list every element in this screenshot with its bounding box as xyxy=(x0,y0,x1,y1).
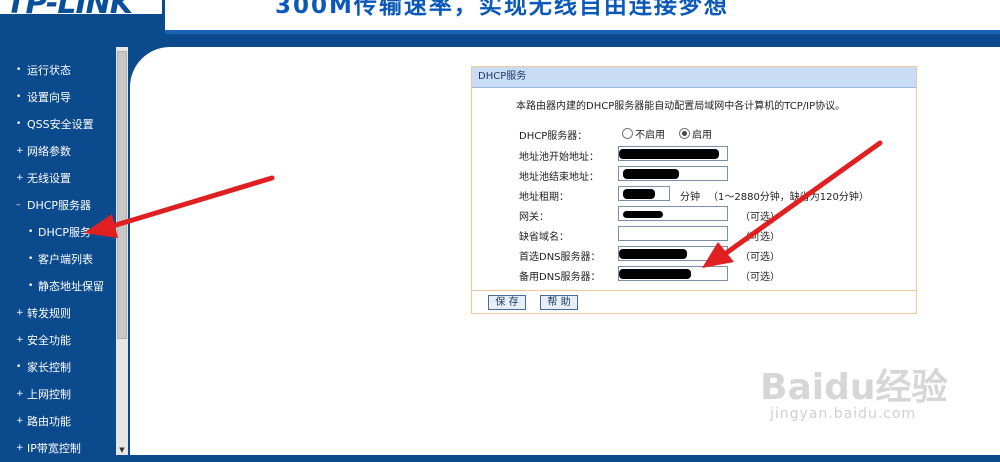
redaction xyxy=(623,211,663,218)
header-banner: 300M传输速率，实现无线自由连接梦想 xyxy=(165,0,1000,34)
bullet-icon: • xyxy=(16,362,22,372)
end-address-label: 地址池结束地址： xyxy=(519,172,599,183)
expand-icon: + xyxy=(16,443,24,453)
scroll-down-icon[interactable]: ▼ xyxy=(117,445,127,455)
sidebar-item-label: 设置向导 xyxy=(27,91,71,104)
primary-dns-label: 首选DNS服务器： xyxy=(519,252,601,263)
sidebar-item-security[interactable]: + 安全功能 xyxy=(0,327,116,354)
dhcp-panel: DHCP服务 本路由器内建的DHCP服务器能自动配置局域网中各计算机的TCP/I… xyxy=(471,66,917,314)
sidebar-item-network[interactable]: + 网络参数 xyxy=(0,138,116,165)
panel-footer: 保 存 帮 助 xyxy=(472,290,916,313)
sidebar-item-label: QSS安全设置 xyxy=(27,118,94,131)
sidebar-item-label: 无线设置 xyxy=(27,172,71,185)
expand-icon: + xyxy=(16,335,24,345)
lease-hint: （1～2880分钟，缺省为120分钟） xyxy=(708,192,869,203)
sidebar-item-forwarding[interactable]: + 转发规则 xyxy=(0,300,116,327)
optional-hint: （可选） xyxy=(740,232,780,243)
sidebar-item-client-list[interactable]: • 客户端列表 xyxy=(0,246,116,273)
sidebar-item-setup-wizard[interactable]: • 设置向导 xyxy=(0,84,116,111)
radio-disable-label: 不启用 xyxy=(635,130,665,141)
panel-description: 本路由器内建的DHCP服务器能自动配置局域网中各计算机的TCP/IP协议。 xyxy=(516,101,846,112)
bullet-icon: • xyxy=(16,92,22,102)
domain-input[interactable] xyxy=(618,226,728,241)
start-address-label: 地址池开始地址： xyxy=(519,152,599,163)
expand-icon: + xyxy=(16,389,24,399)
optional-hint: （可选） xyxy=(740,272,780,283)
help-button[interactable]: 帮 助 xyxy=(540,295,578,310)
secondary-dns-input[interactable] xyxy=(618,266,728,281)
primary-dns-input[interactable] xyxy=(618,246,728,261)
sidebar-item-label: DHCP服务 xyxy=(38,226,92,239)
sidebar-item-dhcp-server[interactable]: – DHCP服务器 xyxy=(0,192,116,219)
baidu-watermark: Baidu经验 jingyan.baidu.com xyxy=(760,358,990,438)
expand-icon: + xyxy=(16,173,24,183)
optional-hint: （可选） xyxy=(740,252,780,263)
header: TP-LINK 300M传输速率，实现无线自由连接梦想 xyxy=(0,0,1000,36)
end-address-input[interactable] xyxy=(618,166,728,181)
sidebar-item-dhcp-service[interactable]: • DHCP服务 xyxy=(0,219,116,246)
save-button[interactable]: 保 存 xyxy=(488,295,526,310)
scroll-thumb[interactable] xyxy=(117,51,127,339)
sidebar-item-label: DHCP服务器 xyxy=(27,199,92,212)
bullet-icon: • xyxy=(16,119,22,129)
sidebar-item-label: 路由功能 xyxy=(27,415,71,428)
sidebar-item-wireless[interactable]: + 无线设置 xyxy=(0,165,116,192)
sidebar-item-label: 安全功能 xyxy=(27,334,71,347)
redaction xyxy=(623,189,655,199)
sidebar-item-label: 网络参数 xyxy=(27,145,71,158)
sidebar-item-qss[interactable]: • QSS安全设置 xyxy=(0,111,116,138)
sidebar-item-bandwidth[interactable]: + IP带宽控制 xyxy=(0,435,116,462)
sidebar-scrollbar[interactable]: ▼ xyxy=(116,47,128,455)
gateway-label: 网关： xyxy=(519,212,549,223)
sidebar-item-label: 静态地址保留 xyxy=(38,280,104,293)
expand-icon: + xyxy=(16,416,24,426)
sidebar-item-parental[interactable]: • 家长控制 xyxy=(0,354,116,381)
radio-disable[interactable]: 不启用 xyxy=(622,126,665,141)
sidebar-item-label: 上网控制 xyxy=(27,388,71,401)
secondary-dns-label: 备用DNS服务器： xyxy=(519,272,601,283)
radio-enable[interactable]: 启用 xyxy=(679,126,712,141)
bullet-icon: • xyxy=(28,254,34,264)
sidebar-item-routing[interactable]: + 路由功能 xyxy=(0,408,116,435)
optional-hint: （可选） xyxy=(740,212,780,223)
sidebar-item-label: 客户端列表 xyxy=(38,253,93,266)
banner-stripe xyxy=(165,30,1000,34)
expand-icon: + xyxy=(16,308,24,318)
redaction xyxy=(619,269,691,279)
domain-label: 缺省域名： xyxy=(519,232,569,243)
sidebar-item-label: IP带宽控制 xyxy=(27,442,81,455)
sidebar-item-access-control[interactable]: + 上网控制 xyxy=(0,381,116,408)
lease-label: 地址租期： xyxy=(519,192,569,203)
dhcp-server-label: DHCP服务器： xyxy=(519,131,588,142)
sidebar-menu: • 运行状态 • 设置向导 • QSS安全设置 + 网络参数 + 无线设置 – DHCP服务… xyxy=(0,57,116,462)
radio-enable-label: 启用 xyxy=(692,130,712,141)
redaction xyxy=(623,169,679,179)
bullet-icon: • xyxy=(28,227,34,237)
sidebar-item-label: 转发规则 xyxy=(27,307,71,320)
sidebar-item-run-status[interactable]: • 运行状态 xyxy=(0,57,116,84)
bullet-icon: • xyxy=(16,65,22,75)
sidebar-item-static-reservation[interactable]: • 静态地址保留 xyxy=(0,273,116,300)
tp-link-logo: TP-LINK xyxy=(0,0,162,14)
lease-input[interactable] xyxy=(618,186,670,201)
banner-slogan: 300M传输速率，实现无线自由连接梦想 xyxy=(275,0,729,19)
redaction xyxy=(619,149,719,159)
redaction xyxy=(619,249,687,259)
sidebar: • 运行状态 • 设置向导 • QSS安全设置 + 网络参数 + 无线设置 – DHCP服务… xyxy=(0,47,128,455)
collapse-icon: – xyxy=(16,200,21,210)
sidebar-item-label: 运行状态 xyxy=(27,64,71,77)
bullet-icon: • xyxy=(28,281,34,291)
start-address-input[interactable] xyxy=(618,146,728,161)
watermark-url: jingyan.baidu.com xyxy=(770,406,917,422)
radio-off-icon[interactable] xyxy=(622,128,633,139)
sidebar-item-label: 家长控制 xyxy=(27,361,71,374)
expand-icon: + xyxy=(16,146,24,156)
lease-unit: 分钟 xyxy=(680,192,700,203)
panel-title: DHCP服务 xyxy=(472,67,916,88)
logo-text: TP-LINK xyxy=(6,0,133,14)
gateway-input[interactable] xyxy=(618,206,728,221)
radio-on-icon[interactable] xyxy=(679,128,690,139)
watermark-brand: Baidu经验 xyxy=(760,367,948,408)
